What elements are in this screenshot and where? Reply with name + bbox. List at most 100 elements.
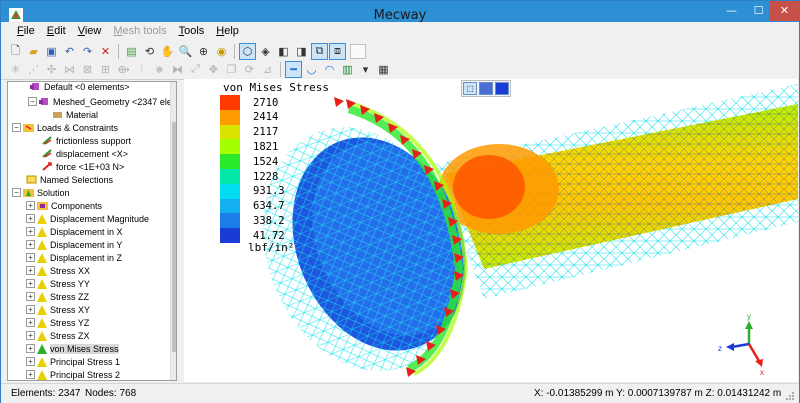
menu-tools[interactable]: Tools — [173, 22, 211, 42]
expand-toggle[interactable]: − — [12, 123, 21, 132]
tree-item-displacement-z[interactable]: + Displacement in Z — [26, 251, 122, 264]
tree-item-default[interactable]: Default <0 elements> — [30, 82, 130, 93]
copy-icon[interactable]: ❐ — [223, 61, 240, 78]
zoom-fit-icon[interactable]: ⊕ — [195, 43, 212, 60]
tree-item-components[interactable]: + Components — [26, 199, 102, 212]
expand-toggle[interactable]: + — [26, 253, 35, 262]
expand-toggle[interactable]: + — [26, 344, 35, 353]
tree-item-displacement-y[interactable]: + Displacement in Y — [26, 238, 122, 251]
refine-icon[interactable]: ⊞ — [97, 61, 114, 78]
mirror-icon[interactable]: ⧓ — [169, 61, 186, 78]
expand-toggle[interactable]: + — [26, 279, 35, 288]
save-icon[interactable]: ▣ — [43, 43, 60, 60]
undo-icon[interactable]: ↶ — [61, 43, 78, 60]
expand-toggle[interactable]: + — [26, 227, 35, 236]
scale-icon[interactable]: ⤢ — [187, 61, 204, 78]
minimize-button[interactable]: — — [718, 1, 745, 21]
perspective-view-icon[interactable]: ⧉ — [311, 42, 328, 60]
tree-item-stress-yz[interactable]: + Stress YZ — [26, 316, 89, 329]
menu-edit[interactable]: Edit — [41, 22, 72, 42]
main-toolbar: 🗋 ▰ ▣ ↶ ↷ ✕ ▤ ⟲ ✋ 🔍 ⊕ ◉ ⬡ ◈ ◧ ◨ ⧉ ⧈ — [1, 41, 799, 61]
face-select-icon[interactable]: ⊠ — [79, 61, 96, 78]
tree-item-stress-xy[interactable]: + Stress XY — [26, 303, 90, 316]
tree-item-force[interactable]: force <1E+03 N> — [42, 160, 124, 173]
tree-item-named-selections[interactable]: Named Selections — [26, 173, 113, 186]
sweep-icon[interactable]: ⟳ — [241, 61, 258, 78]
expand-toggle[interactable]: + — [26, 305, 35, 314]
tree-item-displacement-magnitude[interactable]: + Displacement Magnitude — [26, 212, 149, 225]
shaded-mode-icon[interactable] — [495, 82, 509, 95]
view-dropdown[interactable] — [350, 43, 366, 59]
delete-icon[interactable]: ✕ — [97, 43, 114, 60]
rotate-view-icon[interactable]: ⟲ — [141, 43, 158, 60]
tree-item-von-mises-stress[interactable]: + von Mises Stress — [26, 342, 119, 355]
tree-item-stress-zx[interactable]: + Stress ZX — [26, 329, 90, 342]
resize-grip-icon[interactable] — [785, 391, 795, 401]
tree-item-stress-yy[interactable]: + Stress YY — [26, 277, 90, 290]
menu-view[interactable]: View — [72, 22, 108, 42]
tree-item-displacement[interactable]: displacement <X> — [42, 147, 128, 160]
new-file-icon[interactable]: 🗋 — [7, 43, 24, 60]
mesh-tool-icon[interactable]: ▤ — [123, 43, 140, 60]
mesh-edges-icon[interactable]: ━ — [285, 61, 302, 78]
render-icon[interactable]: ◉ — [213, 43, 230, 60]
close-button[interactable]: ✕ — [769, 1, 800, 21]
contour-options-icon[interactable]: ▾ — [357, 61, 374, 78]
menu-help[interactable]: Help — [210, 22, 245, 42]
menu-mesh-tools[interactable]: Mesh tools — [107, 22, 172, 42]
expand-toggle[interactable]: + — [26, 201, 35, 210]
wireframe-mode-icon[interactable]: ⬚ — [463, 82, 477, 95]
expand-toggle[interactable]: + — [26, 318, 35, 327]
explode-icon[interactable]: ✳ — [7, 61, 24, 78]
expand-toggle[interactable]: − — [28, 97, 37, 106]
expand-toggle[interactable]: + — [26, 292, 35, 301]
menu-file[interactable]: File — [11, 22, 41, 42]
tree-item-displacement-x[interactable]: + Displacement in X — [26, 225, 123, 238]
wireframe-view-icon[interactable]: ⬡ — [239, 42, 256, 60]
window-title: Mecway — [373, 8, 427, 23]
iso-view-icon[interactable]: ⧈ — [329, 42, 346, 60]
expand-toggle[interactable]: + — [26, 370, 35, 379]
move-icon[interactable]: ✥ — [205, 61, 222, 78]
solid-mode-icon[interactable] — [479, 82, 493, 95]
measure-icon[interactable]: ⊿ — [259, 61, 276, 78]
tree-item-stress-xx[interactable]: + Stress XX — [26, 264, 90, 277]
tree-item-solution[interactable]: − Solution — [12, 186, 70, 199]
element-select-icon[interactable]: ✣ — [43, 61, 60, 78]
tree-item-meshed-geometry[interactable]: − Meshed_Geometry <2347 elem — [28, 95, 176, 108]
maximize-button[interactable]: ☐ — [745, 1, 772, 21]
open-file-icon[interactable]: ▰ — [25, 43, 42, 60]
tree-item-stress-zz[interactable]: + Stress ZZ — [26, 290, 89, 303]
expand-toggle[interactable]: + — [26, 266, 35, 275]
pan-view-icon[interactable]: ✋ — [159, 43, 176, 60]
shaded-view-icon[interactable]: ◈ — [257, 43, 274, 60]
model-tree[interactable]: Default <0 elements> − Meshed_Geometry <… — [7, 81, 177, 381]
status-elements: Elements: 2347 — [11, 388, 81, 399]
tree-item-loads-constraints[interactable]: − Loads & Constraints — [12, 121, 118, 134]
tree-item-frictionless-support[interactable]: frictionless support — [42, 134, 131, 147]
tree-scrollbar-thumb[interactable] — [172, 122, 176, 352]
expand-toggle[interactable]: + — [26, 331, 35, 340]
tree-item-principal-stress-1[interactable]: + Principal Stress 1 — [26, 355, 120, 368]
expand-toggle[interactable]: + — [26, 240, 35, 249]
contour-icon[interactable]: ▥ — [339, 61, 356, 78]
side-view-icon[interactable]: ◨ — [293, 43, 310, 60]
expand-toggle[interactable]: + — [26, 357, 35, 366]
edge-select-icon[interactable]: ⋈ — [61, 61, 78, 78]
front-view-icon[interactable]: ◧ — [275, 43, 292, 60]
tree-item-material[interactable]: Material — [52, 108, 98, 121]
deformed-shape-icon[interactable]: ◡ — [303, 61, 320, 78]
tree-scrollbar[interactable] — [170, 82, 176, 380]
merge-icon[interactable]: ⋇ — [151, 61, 168, 78]
expand-toggle[interactable]: − — [12, 188, 21, 197]
extrude-icon[interactable]: ⟴ — [115, 61, 132, 78]
table-icon[interactable]: ▦ — [375, 61, 392, 78]
tree-item-principal-stress-2[interactable]: + Principal Stress 2 — [26, 368, 120, 380]
undeformed-shape-icon[interactable]: ◠ — [321, 61, 338, 78]
loads-folder-icon — [23, 124, 34, 132]
node-select-icon[interactable]: ⋰ — [25, 61, 42, 78]
expand-toggle[interactable]: + — [26, 214, 35, 223]
redo-icon[interactable]: ↷ — [79, 43, 96, 60]
zoom-icon[interactable]: 🔍 — [177, 43, 194, 60]
split-icon[interactable]: ⫶ — [133, 61, 150, 78]
